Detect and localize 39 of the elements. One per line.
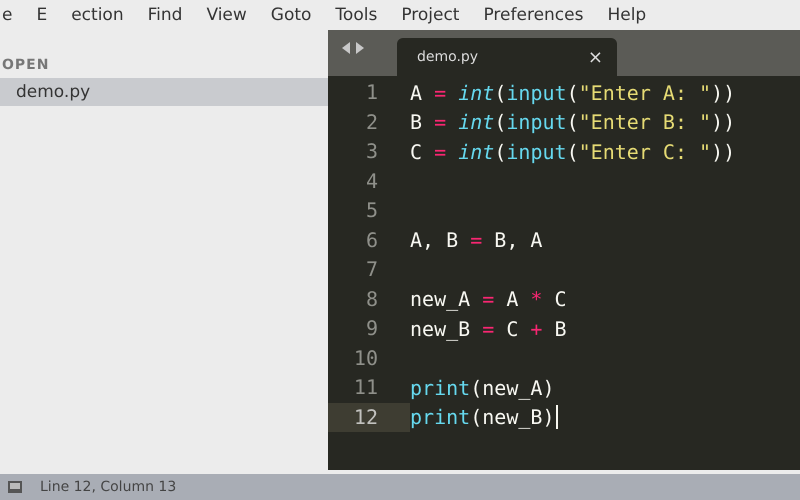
code-line: A = int(input("Enter A: ")) [410, 80, 736, 105]
menu-item[interactable]: Preferences [483, 5, 584, 25]
menu-item[interactable]: Goto [270, 5, 312, 25]
menu-item[interactable]: e [2, 5, 12, 25]
line-number: 9 [364, 315, 379, 342]
menu-item[interactable]: View [206, 5, 247, 25]
code-line: A, B = B, A [410, 228, 542, 252]
line-number: 10 [352, 344, 379, 372]
close-icon[interactable]: × [588, 46, 603, 68]
menu-item[interactable]: Help [607, 5, 646, 25]
file-item[interactable]: demo.py [0, 78, 328, 106]
line-number: 11 [352, 374, 379, 401]
status-text: Line 12, Column 13 [40, 479, 176, 495]
code-line: print(new_B) [410, 405, 555, 430]
line-number: 6 [364, 226, 379, 254]
line-number: 4 [364, 168, 379, 194]
line-number: 8 [364, 286, 379, 312]
line-number: 2 [364, 108, 379, 136]
line-number: 7 [364, 256, 379, 283]
code-line: new_A = A * C [410, 287, 567, 312]
code-line: C = int(input("Enter C: ")) [410, 140, 736, 164]
file-tab[interactable]: demo.py × [397, 38, 617, 76]
line-number: 3 [364, 138, 379, 165]
sidebar-header: OPEN [1, 56, 50, 75]
line-number: 1 [364, 79, 379, 106]
tab-label: demo.py [417, 49, 478, 65]
code-line: B = int(input("Enter B: ")) [410, 110, 736, 134]
menu-item[interactable]: Project [401, 5, 460, 25]
code-line: print(new_A) [410, 376, 555, 400]
text-cursor [556, 405, 558, 430]
code-line: new_B = C + B [410, 316, 567, 341]
tab-arrows-icon[interactable] [342, 42, 364, 54]
menu-item[interactable]: Find [148, 5, 182, 25]
menu-item[interactable]: E [36, 5, 48, 25]
panel-icon[interactable] [8, 481, 22, 493]
line-number: 12 [328, 402, 410, 432]
menu-item[interactable]: ection [71, 5, 124, 25]
menu-item[interactable]: Tools [335, 5, 378, 25]
line-number: 5 [364, 197, 379, 224]
